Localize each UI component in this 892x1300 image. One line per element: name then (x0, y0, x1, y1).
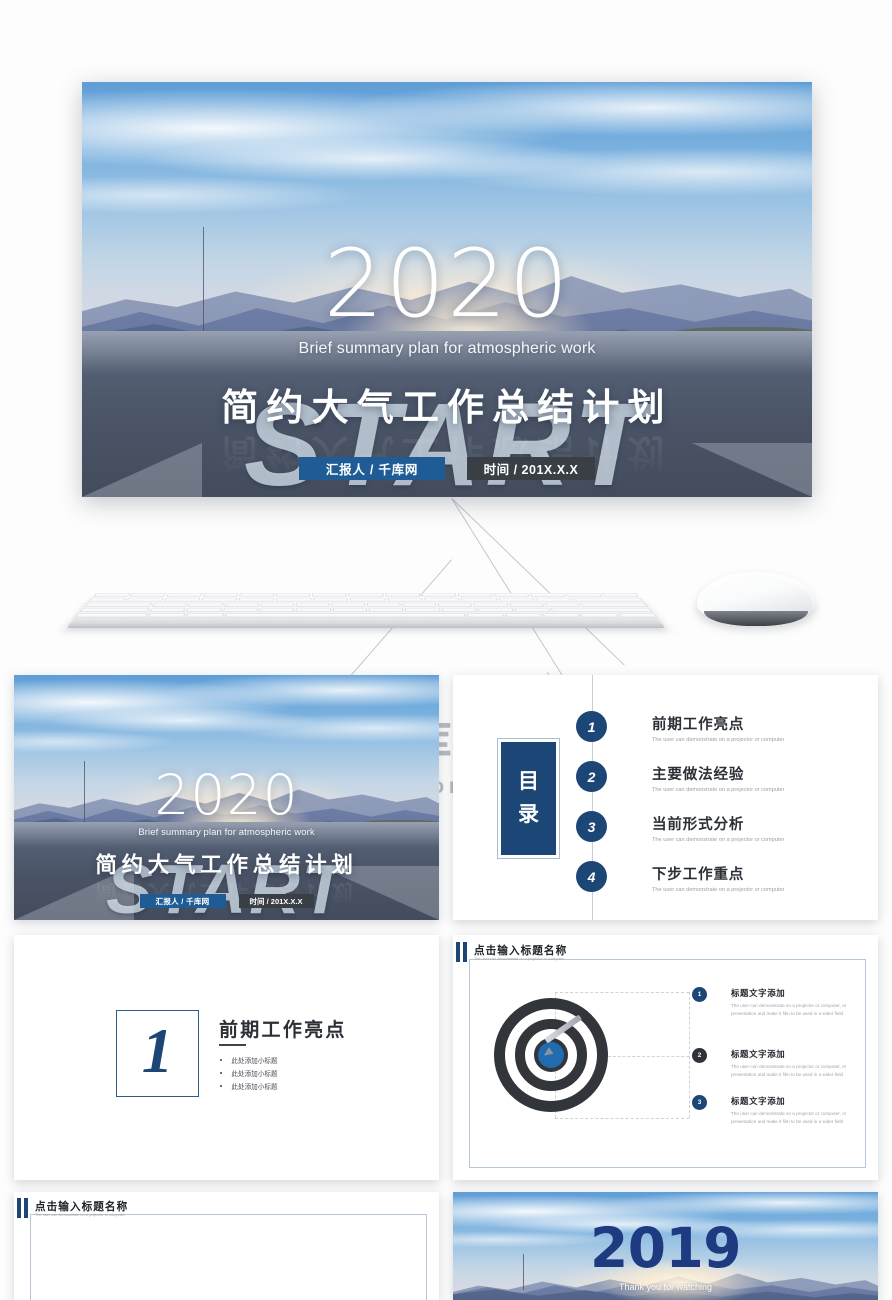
toc-item-desc: The user can demonstrate on a projector … (652, 787, 785, 793)
toc-item-desc: The user can demonstrate on a projector … (652, 837, 785, 843)
thank-you-slide[interactable]: 2019 Thank you for watching (453, 1192, 878, 1300)
toc-item-number: 1 (576, 711, 607, 742)
target-list-item-2[interactable]: 2 标题文字添加 The user can demonstrate on a p… (692, 1048, 864, 1080)
cover-slide[interactable]: START 2020 Brief summary plan for atmosp… (82, 82, 812, 497)
date-badge[interactable]: 时间 / 201X.X.X (238, 894, 314, 908)
header-desc: The user can demonstrate on a projector … (474, 957, 564, 961)
list-item-title: 标题文字添加 (731, 1096, 786, 1106)
presenter-badge[interactable]: 汇报人 / 千库网 (299, 457, 445, 480)
dashed-connector-right (689, 992, 690, 1118)
section-bullet: 此处添加小标题 (220, 1068, 278, 1078)
toc-item-title: 当前形式分析 (652, 817, 745, 833)
section-number-box: 1 (116, 1010, 199, 1097)
cover-year: 2020 (323, 230, 571, 339)
keyboard-image (66, 570, 666, 628)
target-list-item-3[interactable]: 3 标题文字添加 The user can demonstrate on a p… (692, 1095, 864, 1127)
utility-pole-icon (203, 227, 204, 342)
slide-frame (30, 1214, 427, 1300)
utility-pole-icon (84, 761, 85, 829)
end-thanks: Thank you for watching (618, 1282, 713, 1292)
dashed-connector-top (555, 992, 689, 993)
toc-box-char-2: 录 (518, 802, 539, 826)
toc-box-char-1: 目 (518, 769, 539, 793)
section-title: 前期工作亮点 (219, 1020, 347, 1041)
toc-item-3[interactable]: 3 当前形式分析 The user can demonstrate on a p… (576, 811, 784, 843)
section-rule (219, 1044, 246, 1046)
section-bullet-label: 此处添加小标题 (231, 1084, 278, 1091)
date-badge[interactable]: 时间 / 201X.X.X (467, 457, 595, 480)
section-divider-slide[interactable]: 1 前期工作亮点 此处添加小标题 此处添加小标题 此处添加小标题 (14, 935, 439, 1180)
toc-item-number: 3 (576, 811, 607, 842)
section-bullet: 此处添加小标题 (220, 1055, 278, 1065)
header-bars-icon (456, 942, 467, 962)
header-desc: The user can demonstrate on a projector … (35, 1213, 125, 1217)
utility-pole-icon (523, 1254, 524, 1290)
list-item-title: 标题文字添加 (731, 1049, 786, 1059)
poster-canvas: START 2020 Brief summary plan for atmosp… (0, 0, 892, 1300)
dashed-connector-mid (603, 1056, 689, 1057)
header-title: 点击输入标题名称 (35, 1201, 129, 1213)
mouse-image (697, 572, 815, 626)
toc-item-1[interactable]: 1 前期工作亮点 The user can demonstrate on a p… (576, 711, 784, 743)
target-content-slide[interactable]: 点击输入标题名称 The user can demonstrate on a p… (453, 935, 878, 1180)
target-list-item-1[interactable]: 1 标题文字添加 The user can demonstrate on a p… (692, 987, 864, 1019)
section-bullet: 此处添加小标题 (220, 1081, 278, 1091)
header-bars-icon (17, 1198, 28, 1218)
end-year: 2019 (590, 1216, 741, 1280)
toc-item-desc: The user can demonstrate on a projector … (652, 737, 785, 743)
table-of-contents-slide[interactable]: 目 录 1 前期工作亮点 The user can demonstrate on… (453, 675, 878, 920)
toc-item-number: 4 (576, 861, 607, 892)
list-item-number: 2 (692, 1048, 707, 1063)
cover-slide-thumbnail[interactable]: START 2020 Brief summary plan for atmosp… (14, 675, 439, 920)
section-bullet-label: 此处添加小标题 (231, 1058, 278, 1065)
toc-item-title: 主要做法经验 (652, 767, 745, 783)
list-item-number: 1 (692, 987, 707, 1002)
toc-item-desc: The user can demonstrate on a projector … (652, 887, 785, 893)
toc-title-box: 目 录 (497, 738, 560, 859)
bullseye-target-icon (494, 998, 608, 1112)
list-item-number: 3 (692, 1095, 707, 1110)
cover-subtitle: Brief summary plan for atmospheric work (298, 340, 596, 357)
cover-year: 2020 (154, 763, 299, 827)
list-item-desc: The user can demonstrate on a projector … (731, 1111, 847, 1125)
header-title: 点击输入标题名称 (474, 945, 568, 957)
toc-item-number: 2 (576, 761, 607, 792)
list-item-desc: The user can demonstrate on a projector … (731, 1064, 847, 1078)
blank-content-slide[interactable]: 点击输入标题名称 The user can demonstrate on a p… (14, 1192, 439, 1300)
cover-badges: 汇报人 / 千库网 时间 / 201X.X.X (299, 457, 595, 480)
dashed-connector-bottom (555, 1118, 689, 1119)
cover-badges: 汇报人 / 千库网 时间 / 201X.X.X (139, 894, 314, 908)
list-item-title: 标题文字添加 (731, 988, 786, 998)
section-bullet-label: 此处添加小标题 (231, 1071, 278, 1078)
list-item-desc: The user can demonstrate on a projector … (731, 1003, 847, 1017)
cover-subtitle: Brief summary plan for atmospheric work (138, 827, 315, 838)
toc-item-title: 前期工作亮点 (652, 717, 745, 733)
cover-title: 简约大气工作总结计划 (221, 387, 673, 428)
cover-title: 简约大气工作总结计划 (95, 853, 358, 877)
presenter-badge[interactable]: 汇报人 / 千库网 (139, 894, 226, 908)
toc-item-2[interactable]: 2 主要做法经验 The user can demonstrate on a p… (576, 761, 784, 793)
toc-item-title: 下步工作重点 (652, 867, 745, 883)
toc-item-4[interactable]: 4 下步工作重点 The user can demonstrate on a p… (576, 861, 784, 893)
